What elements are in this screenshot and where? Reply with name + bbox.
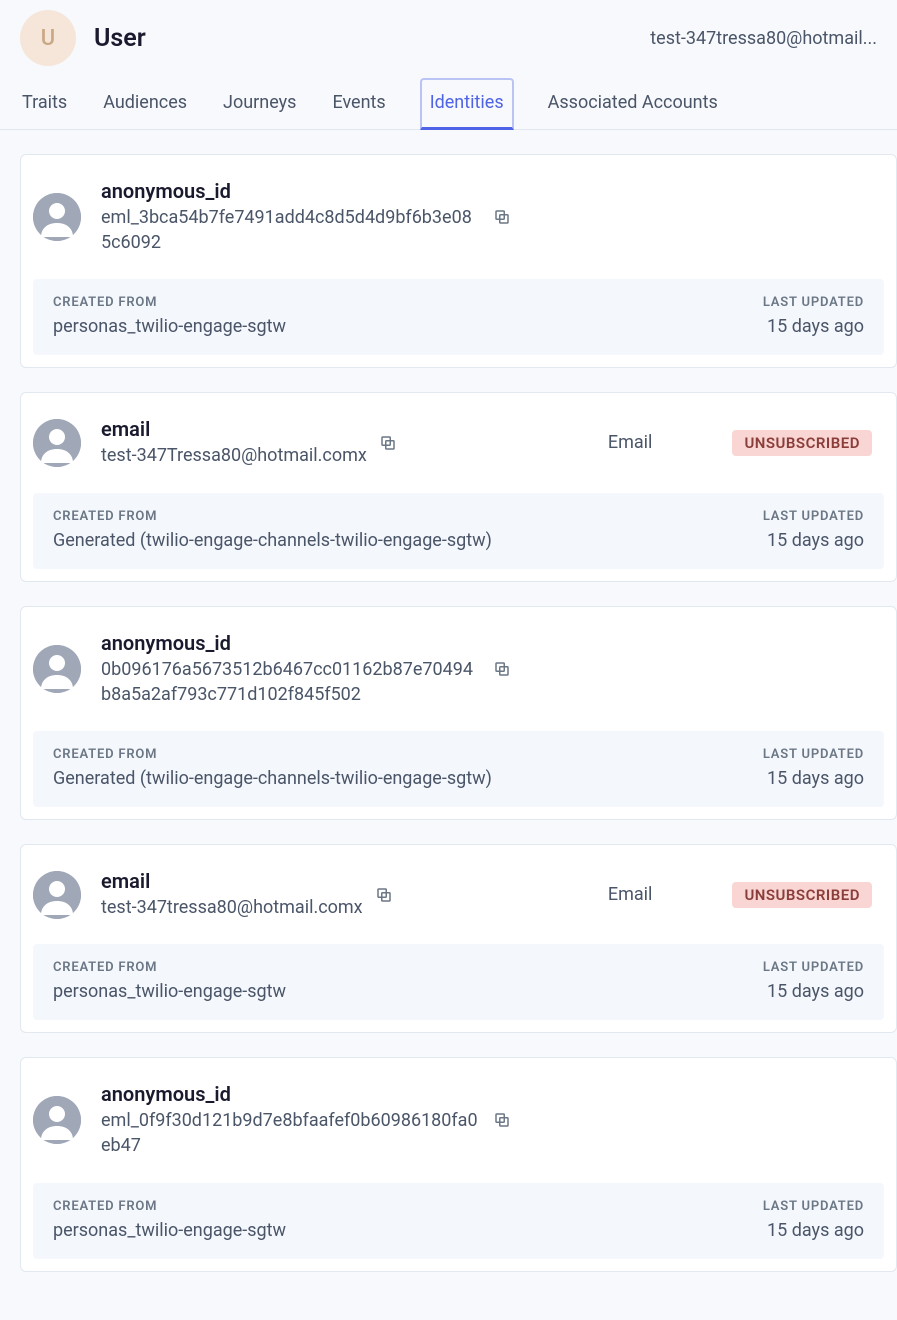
page-header: U User test-347tressa80@hotmail...: [0, 0, 897, 78]
status-badge: UNSUBSCRIBED: [732, 430, 872, 456]
person-icon: [33, 645, 81, 693]
last-updated-label: LAST UPDATED: [763, 509, 864, 524]
identity-card: email test-347tressa80@hotmail.comx Emai…: [20, 844, 897, 1033]
identity-card: anonymous_id eml_0f9f30d121b9d7e8bfaafef…: [20, 1057, 897, 1271]
channel-label: Email: [608, 432, 653, 453]
last-updated-value: 15 days ago: [763, 1220, 864, 1241]
person-icon: [33, 419, 81, 467]
created-from-label: CREATED FROM: [53, 1199, 286, 1214]
identity-value: eml_0f9f30d121b9d7e8bfaafef0b60986180fa0…: [101, 1108, 481, 1158]
created-from-label: CREATED FROM: [53, 747, 492, 762]
identity-card-footer: CREATED FROM Generated (twilio-engage-ch…: [33, 731, 884, 807]
created-from-value: personas_twilio-engage-sgtw: [53, 316, 286, 337]
identity-card: email test-347Tressa80@hotmail.comx Emai…: [20, 392, 897, 581]
identity-card: anonymous_id eml_3bca54b7fe7491add4c8d5d…: [20, 154, 897, 368]
copy-icon[interactable]: [375, 886, 393, 904]
identity-card-footer: CREATED FROM personas_twilio-engage-sgtw…: [33, 279, 884, 355]
identity-card-top: email test-347Tressa80@hotmail.comx Emai…: [21, 393, 896, 492]
person-icon: [33, 871, 81, 919]
copy-icon[interactable]: [493, 660, 511, 678]
identities-list: anonymous_id eml_3bca54b7fe7491add4c8d5d…: [0, 130, 897, 1320]
identity-value: test-347tressa80@hotmail.comx: [101, 895, 363, 920]
identity-type: anonymous_id: [101, 631, 481, 655]
identity-type: email: [101, 417, 367, 441]
identity-info: email test-347tressa80@hotmail.comx: [101, 869, 393, 920]
identity-card-top: email test-347tressa80@hotmail.comx Emai…: [21, 845, 896, 944]
created-from-value: personas_twilio-engage-sgtw: [53, 1220, 286, 1241]
identity-card-top: anonymous_id eml_3bca54b7fe7491add4c8d5d…: [21, 155, 896, 279]
tab-traits[interactable]: Traits: [20, 78, 69, 130]
avatar-letter: U: [41, 26, 55, 51]
identity-card: anonymous_id 0b096176a5673512b6467cc0116…: [20, 606, 897, 820]
last-updated-label: LAST UPDATED: [763, 1199, 864, 1214]
channel-label: Email: [608, 884, 653, 905]
last-updated-value: 15 days ago: [763, 981, 864, 1002]
identity-type: email: [101, 869, 363, 893]
identity-value: eml_3bca54b7fe7491add4c8d5d4d9bf6b3e085c…: [101, 205, 481, 255]
identity-value: 0b096176a5673512b6467cc01162b87e70494b8a…: [101, 657, 481, 707]
last-updated-value: 15 days ago: [763, 530, 864, 551]
created-from-value: personas_twilio-engage-sgtw: [53, 981, 286, 1002]
identity-card-footer: CREATED FROM personas_twilio-engage-sgtw…: [33, 944, 884, 1020]
identity-info: anonymous_id eml_3bca54b7fe7491add4c8d5d…: [101, 179, 511, 255]
copy-icon[interactable]: [493, 208, 511, 226]
created-from-label: CREATED FROM: [53, 960, 286, 975]
header-left: U User: [20, 10, 146, 66]
copy-icon[interactable]: [379, 434, 397, 452]
identity-info: email test-347Tressa80@hotmail.comx: [101, 417, 397, 468]
identity-card-footer: CREATED FROM personas_twilio-engage-sgtw…: [33, 1183, 884, 1259]
tab-events[interactable]: Events: [330, 78, 387, 130]
status-badge: UNSUBSCRIBED: [732, 882, 872, 908]
tabs-bar: Traits Audiences Journeys Events Identit…: [0, 78, 897, 130]
last-updated-value: 15 days ago: [763, 316, 864, 337]
last-updated-label: LAST UPDATED: [763, 747, 864, 762]
last-updated-label: LAST UPDATED: [763, 960, 864, 975]
header-email: test-347tressa80@hotmail...: [650, 28, 877, 49]
created-from-label: CREATED FROM: [53, 295, 286, 310]
tab-audiences[interactable]: Audiences: [101, 78, 189, 130]
last-updated-label: LAST UPDATED: [763, 295, 864, 310]
tab-associated-accounts[interactable]: Associated Accounts: [546, 78, 720, 130]
identity-info: anonymous_id 0b096176a5673512b6467cc0116…: [101, 631, 511, 707]
person-icon: [33, 193, 81, 241]
identity-card-top: anonymous_id 0b096176a5673512b6467cc0116…: [21, 607, 896, 731]
identity-type: anonymous_id: [101, 179, 481, 203]
created-from-value: Generated (twilio-engage-channels-twilio…: [53, 768, 492, 789]
tab-journeys[interactable]: Journeys: [221, 78, 298, 130]
created-from-value: Generated (twilio-engage-channels-twilio…: [53, 530, 492, 551]
last-updated-value: 15 days ago: [763, 768, 864, 789]
page-title: User: [94, 24, 146, 53]
person-icon: [33, 1096, 81, 1144]
identity-info: anonymous_id eml_0f9f30d121b9d7e8bfaafef…: [101, 1082, 511, 1158]
copy-icon[interactable]: [493, 1111, 511, 1129]
created-from-label: CREATED FROM: [53, 509, 492, 524]
identity-type: anonymous_id: [101, 1082, 481, 1106]
identity-card-top: anonymous_id eml_0f9f30d121b9d7e8bfaafef…: [21, 1058, 896, 1182]
tab-identities[interactable]: Identities: [420, 78, 514, 130]
identity-card-footer: CREATED FROM Generated (twilio-engage-ch…: [33, 493, 884, 569]
identity-value: test-347Tressa80@hotmail.comx: [101, 443, 367, 468]
user-avatar: U: [20, 10, 76, 66]
